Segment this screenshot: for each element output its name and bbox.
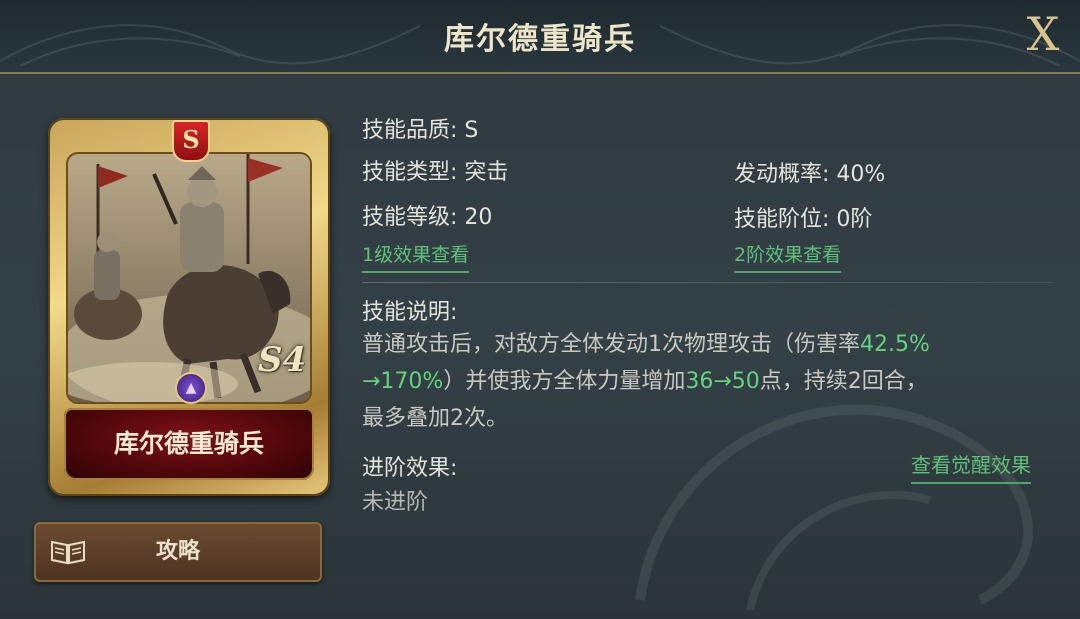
description-heading: 技能说明: xyxy=(362,300,458,325)
card-level-mark: S4 xyxy=(258,340,307,380)
tier2-effect-link[interactable]: 2阶效果查看 xyxy=(734,240,842,273)
description-text-2: ）并使我方全体力量增加 xyxy=(443,369,686,394)
advance-value: 未进阶 xyxy=(362,490,429,515)
skill-type: 技能类型: 突击 xyxy=(362,160,509,185)
description-text-4: 最多叠加2次。 xyxy=(362,406,508,431)
triangle-emblem-icon: ▲ xyxy=(175,372,207,404)
skill-quality: 技能品质: S xyxy=(362,118,479,143)
skill-trigger-rate: 发动概率: 40% xyxy=(734,162,886,187)
description-text-1: 普通攻击后，对敌方全体发动1次物理攻击（伤害率 xyxy=(362,332,860,357)
title-bar: 库尔德重骑兵 X xyxy=(0,0,1080,74)
section-divider xyxy=(362,282,1052,283)
close-button[interactable]: X xyxy=(1020,8,1066,60)
description-text-3: 点，持续2回合， xyxy=(759,369,928,394)
unit-name-plate: 库尔德重骑兵 xyxy=(64,408,314,480)
level1-effect-link[interactable]: 1级效果查看 xyxy=(362,240,470,273)
skill-level: 技能等级: 20 xyxy=(362,205,493,230)
unit-card: S S4 ▲ 库尔德重骑兵 xyxy=(48,118,330,496)
guide-button[interactable]: 攻略 xyxy=(34,522,322,582)
advance-heading: 进阶效果: xyxy=(362,456,458,481)
rank-s-badge: S xyxy=(172,120,210,162)
page-title: 库尔德重骑兵 xyxy=(444,22,636,57)
guide-button-label: 攻略 xyxy=(155,539,200,564)
damage-rate-value: 42.5% xyxy=(860,332,930,357)
damage-rate-range: →170% xyxy=(362,369,444,394)
strength-bonus-value: 36→50 xyxy=(685,369,760,394)
skill-description: 普通攻击后，对敌方全体发动1次物理攻击（伤害率42.5% →170%）并使我方全… xyxy=(362,326,1042,437)
skill-tier: 技能阶位: 0阶 xyxy=(734,207,873,232)
awaken-effect-link[interactable]: 查看觉醒效果 xyxy=(911,449,1031,484)
